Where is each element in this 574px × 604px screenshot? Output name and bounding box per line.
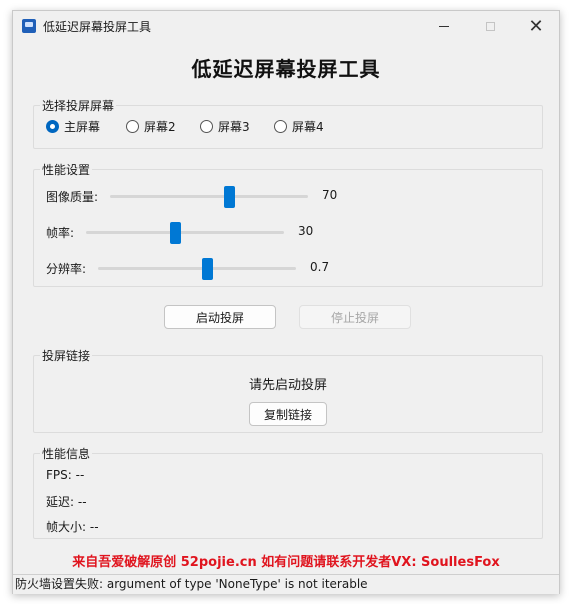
quality-label: 图像质量:: [46, 190, 99, 204]
fps-readout: FPS: --: [46, 468, 85, 482]
cast-link-group: 投屏链接 请先启动投屏 复制链接: [33, 347, 543, 433]
radio-screen-2[interactable]: 屏幕2: [126, 118, 176, 135]
resolution-slider-track[interactable]: [98, 258, 296, 280]
minimize-icon: [439, 25, 449, 27]
latency-readout: 延迟: --: [46, 495, 87, 509]
status-bar: 防火墙设置失败: argument of type 'NoneType' is …: [13, 574, 559, 594]
footer-note: 来自吾爱破解原创 52pojie.cn 如有问题请联系开发者VX: Soulle…: [72, 555, 500, 570]
resolution-slider-thumb[interactable]: [202, 258, 213, 280]
framerate-slider-thumb[interactable]: [170, 222, 181, 244]
resolution-slider-row: 分辨率: 0.7: [46, 258, 346, 280]
cast-link-group-title: 投屏链接: [40, 347, 93, 364]
start-cast-button[interactable]: 启动投屏: [164, 305, 276, 329]
performance-settings-group-title: 性能设置: [40, 161, 93, 178]
close-icon: ✕: [528, 15, 544, 37]
performance-settings-group: 性能设置 图像质量: 70 帧率: 30 分辨率: 0.7: [33, 161, 543, 287]
app-window: 低延迟屏幕投屏工具 ✕ 低延迟屏幕投屏工具 选择投屏屏幕 主屏幕 屏幕2 屏幕3…: [12, 10, 560, 594]
radio-label: 屏幕3: [218, 120, 250, 134]
frame-size-readout: 帧大小: --: [46, 520, 99, 534]
quality-slider-track[interactable]: [110, 186, 308, 208]
screen-select-group-title: 选择投屏屏幕: [40, 97, 117, 114]
stop-cast-button[interactable]: 停止投屏: [299, 305, 411, 329]
radio-unselected-icon: [126, 120, 139, 133]
quality-slider-thumb[interactable]: [224, 186, 235, 208]
performance-info-group-title: 性能信息: [40, 445, 93, 462]
framerate-label: 帧率:: [46, 226, 75, 240]
cast-link-status: 请先启动投屏: [248, 378, 327, 393]
radio-label: 主屏幕: [64, 120, 101, 134]
maximize-button[interactable]: [467, 11, 513, 41]
radio-label: 屏幕2: [144, 120, 176, 134]
radio-label: 屏幕4: [292, 120, 324, 134]
framerate-value: 30: [298, 224, 314, 238]
resolution-label: 分辨率:: [46, 262, 87, 276]
radio-screen-4[interactable]: 屏幕4: [274, 118, 324, 135]
performance-info-group: 性能信息 FPS: -- 延迟: -- 帧大小: --: [33, 445, 543, 539]
quality-slider-row: 图像质量: 70: [46, 186, 346, 208]
framerate-slider-row: 帧率: 30: [46, 222, 346, 244]
resolution-value: 0.7: [310, 260, 330, 274]
radio-unselected-icon: [274, 120, 287, 133]
radio-selected-icon: [46, 120, 59, 133]
radio-screen-3[interactable]: 屏幕3: [200, 118, 250, 135]
close-button[interactable]: ✕: [513, 11, 559, 41]
radio-unselected-icon: [200, 120, 213, 133]
minimize-button[interactable]: [421, 11, 467, 41]
screen-select-group: 选择投屏屏幕 主屏幕 屏幕2 屏幕3 屏幕4: [33, 97, 543, 149]
quality-value: 70: [322, 188, 338, 202]
title-bar: 低延迟屏幕投屏工具 ✕: [13, 11, 559, 41]
page-title: 低延迟屏幕投屏工具: [191, 57, 381, 81]
maximize-icon: [485, 21, 495, 31]
app-icon: [22, 19, 36, 33]
radio-main-screen[interactable]: 主屏幕: [46, 118, 100, 135]
copy-link-button[interactable]: 复制链接: [249, 402, 327, 426]
window-title: 低延迟屏幕投屏工具: [43, 20, 152, 34]
framerate-slider-track[interactable]: [86, 222, 284, 244]
